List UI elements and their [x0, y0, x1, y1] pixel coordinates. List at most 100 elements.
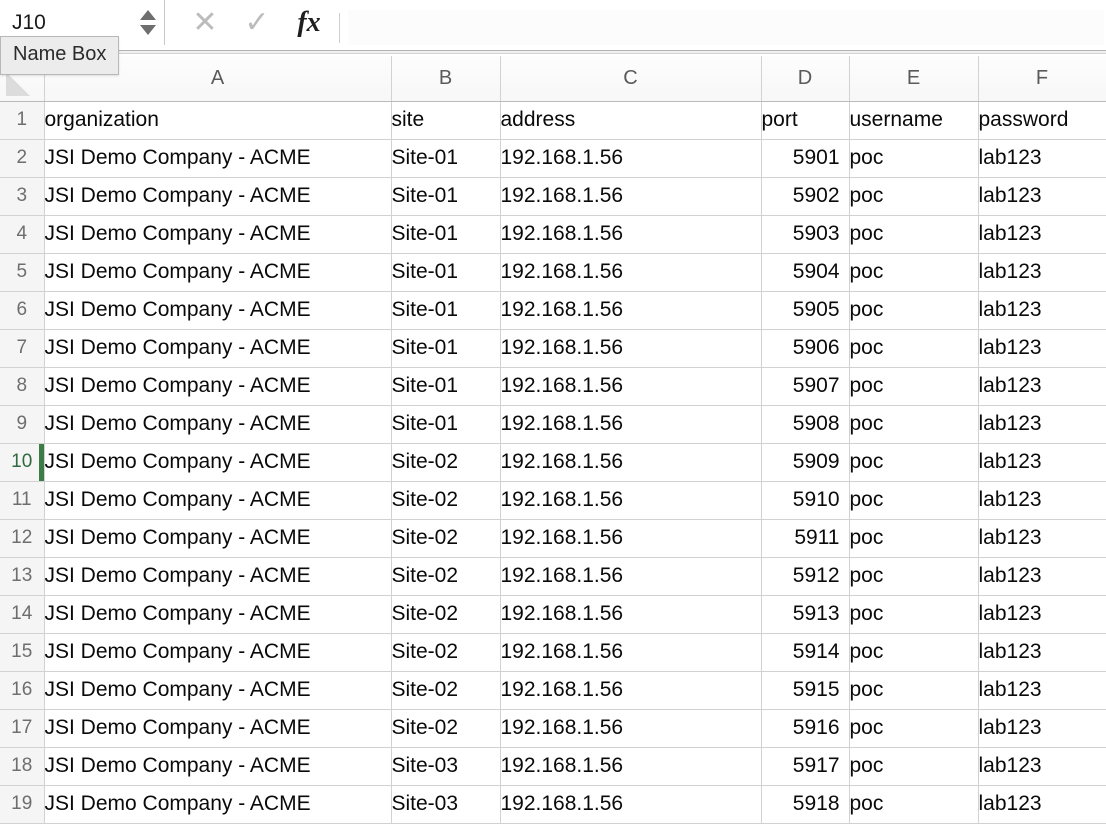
cell-D2[interactable]: 5901	[761, 139, 850, 178]
cell-C15[interactable]: 192.168.1.56	[500, 633, 762, 672]
cell-F4[interactable]: lab123	[978, 215, 1106, 254]
cell-D8[interactable]: 5907	[761, 367, 850, 406]
cell-C3[interactable]: 192.168.1.56	[500, 177, 762, 216]
cell-B18[interactable]: Site-03	[391, 747, 501, 786]
cell-D1[interactable]: port	[761, 101, 850, 140]
cell-F15[interactable]: lab123	[978, 633, 1106, 672]
cell-F8[interactable]: lab123	[978, 367, 1106, 406]
cell-A16[interactable]: JSI Demo Company - ACME	[44, 671, 392, 710]
cell-B8[interactable]: Site-01	[391, 367, 501, 406]
cell-B15[interactable]: Site-02	[391, 633, 501, 672]
cell-F10[interactable]: lab123	[978, 443, 1106, 482]
cell-E12[interactable]: poc	[849, 519, 979, 558]
cell-B3[interactable]: Site-01	[391, 177, 501, 216]
table-row[interactable]: 16 JSI Demo Company - ACME Site-02 192.168.…	[0, 671, 1106, 710]
cell-E19[interactable]: poc	[849, 785, 979, 824]
row-header-15[interactable]: 15	[0, 633, 45, 672]
spinner-down-icon[interactable]	[140, 25, 156, 35]
cell-E11[interactable]: poc	[849, 481, 979, 520]
accept-icon[interactable]: ✓	[231, 0, 283, 45]
cell-D4[interactable]: 5903	[761, 215, 850, 254]
name-box-spinner[interactable]	[136, 0, 164, 45]
cell-F5[interactable]: lab123	[978, 253, 1106, 292]
row-header-9[interactable]: 9	[0, 405, 45, 444]
table-row[interactable]: 4 JSI Demo Company - ACME Site-01 192.168.1…	[0, 215, 1106, 254]
row-header-16[interactable]: 16	[0, 671, 45, 710]
cell-E6[interactable]: poc	[849, 291, 979, 330]
cell-F11[interactable]: lab123	[978, 481, 1106, 520]
cell-B17[interactable]: Site-02	[391, 709, 501, 748]
row-header-10[interactable]: 10	[0, 443, 45, 482]
cell-E13[interactable]: poc	[849, 557, 979, 596]
row-header-19[interactable]: 19	[0, 785, 45, 824]
cell-E7[interactable]: poc	[849, 329, 979, 368]
cell-A9[interactable]: JSI Demo Company - ACME	[44, 405, 392, 444]
column-header-c[interactable]: C	[500, 56, 762, 102]
cell-A1[interactable]: organization	[44, 101, 392, 140]
cell-B14[interactable]: Site-02	[391, 595, 501, 634]
cell-C12[interactable]: 192.168.1.56	[500, 519, 762, 558]
cell-C6[interactable]: 192.168.1.56	[500, 291, 762, 330]
row-header-5[interactable]: 5	[0, 253, 45, 292]
table-row[interactable]: 1 organization site address port username pass…	[0, 101, 1106, 140]
row-header-6[interactable]: 6	[0, 291, 45, 330]
sheet-grid[interactable]: A B C D E F 1 organization site address port…	[0, 56, 1106, 826]
cell-D17[interactable]: 5916	[761, 709, 850, 748]
cell-C19[interactable]: 192.168.1.56	[500, 785, 762, 824]
column-header-b[interactable]: B	[391, 56, 501, 102]
table-row[interactable]: 11 JSI Demo Company - ACME Site-02 192.168.…	[0, 481, 1106, 520]
table-row[interactable]: 3 JSI Demo Company - ACME Site-01 192.168.1…	[0, 177, 1106, 216]
table-row[interactable]: 5 JSI Demo Company - ACME Site-01 192.168.1…	[0, 253, 1106, 292]
table-row[interactable]: 2 JSI Demo Company - ACME Site-01 192.168.1…	[0, 139, 1106, 178]
cell-E10[interactable]: poc	[849, 443, 979, 482]
cell-B4[interactable]: Site-01	[391, 215, 501, 254]
row-header-7[interactable]: 7	[0, 329, 45, 368]
row-header-4[interactable]: 4	[0, 215, 45, 254]
cell-D10[interactable]: 5909	[761, 443, 850, 482]
row-header-2[interactable]: 2	[0, 139, 45, 178]
cell-C5[interactable]: 192.168.1.56	[500, 253, 762, 292]
cell-D6[interactable]: 5905	[761, 291, 850, 330]
table-row[interactable]: 10 JSI Demo Company - ACME Site-02 192.168.…	[0, 443, 1106, 482]
column-header-d[interactable]: D	[761, 56, 850, 102]
cell-E5[interactable]: poc	[849, 253, 979, 292]
cell-D12[interactable]: 5911	[761, 519, 850, 558]
cell-F14[interactable]: lab123	[978, 595, 1106, 634]
cell-D7[interactable]: 5906	[761, 329, 850, 368]
column-header-e[interactable]: E	[849, 56, 979, 102]
formula-input[interactable]	[348, 10, 1104, 45]
cell-E2[interactable]: poc	[849, 139, 979, 178]
cell-E1[interactable]: username	[849, 101, 979, 140]
cell-B13[interactable]: Site-02	[391, 557, 501, 596]
cell-A11[interactable]: JSI Demo Company - ACME	[44, 481, 392, 520]
cell-B2[interactable]: Site-01	[391, 139, 501, 178]
cell-F19[interactable]: lab123	[978, 785, 1106, 824]
cell-D18[interactable]: 5917	[761, 747, 850, 786]
cell-E17[interactable]: poc	[849, 709, 979, 748]
table-row[interactable]: 13 JSI Demo Company - ACME Site-02 192.168.…	[0, 557, 1106, 596]
cell-C18[interactable]: 192.168.1.56	[500, 747, 762, 786]
cell-F13[interactable]: lab123	[978, 557, 1106, 596]
table-row[interactable]: 18 JSI Demo Company - ACME Site-03 192.168.…	[0, 747, 1106, 786]
cell-F16[interactable]: lab123	[978, 671, 1106, 710]
cell-F1[interactable]: password	[978, 101, 1106, 140]
cell-A3[interactable]: JSI Demo Company - ACME	[44, 177, 392, 216]
table-row[interactable]: 12 JSI Demo Company - ACME Site-02 192.168.…	[0, 519, 1106, 558]
row-header-18[interactable]: 18	[0, 747, 45, 786]
cell-A6[interactable]: JSI Demo Company - ACME	[44, 291, 392, 330]
row-header-17[interactable]: 17	[0, 709, 45, 748]
cell-A14[interactable]: JSI Demo Company - ACME	[44, 595, 392, 634]
cell-B19[interactable]: Site-03	[391, 785, 501, 824]
cell-A19[interactable]: JSI Demo Company - ACME	[44, 785, 392, 824]
row-header-14[interactable]: 14	[0, 595, 45, 634]
table-row[interactable]: 17 JSI Demo Company - ACME Site-02 192.168.…	[0, 709, 1106, 748]
table-row[interactable]: 7 JSI Demo Company - ACME Site-01 192.168.1…	[0, 329, 1106, 368]
cell-A4[interactable]: JSI Demo Company - ACME	[44, 215, 392, 254]
row-header-13[interactable]: 13	[0, 557, 45, 596]
cell-B6[interactable]: Site-01	[391, 291, 501, 330]
cell-D15[interactable]: 5914	[761, 633, 850, 672]
cell-D13[interactable]: 5912	[761, 557, 850, 596]
cell-C10[interactable]: 192.168.1.56	[500, 443, 762, 482]
cell-A10[interactable]: JSI Demo Company - ACME	[44, 443, 392, 482]
cell-B16[interactable]: Site-02	[391, 671, 501, 710]
